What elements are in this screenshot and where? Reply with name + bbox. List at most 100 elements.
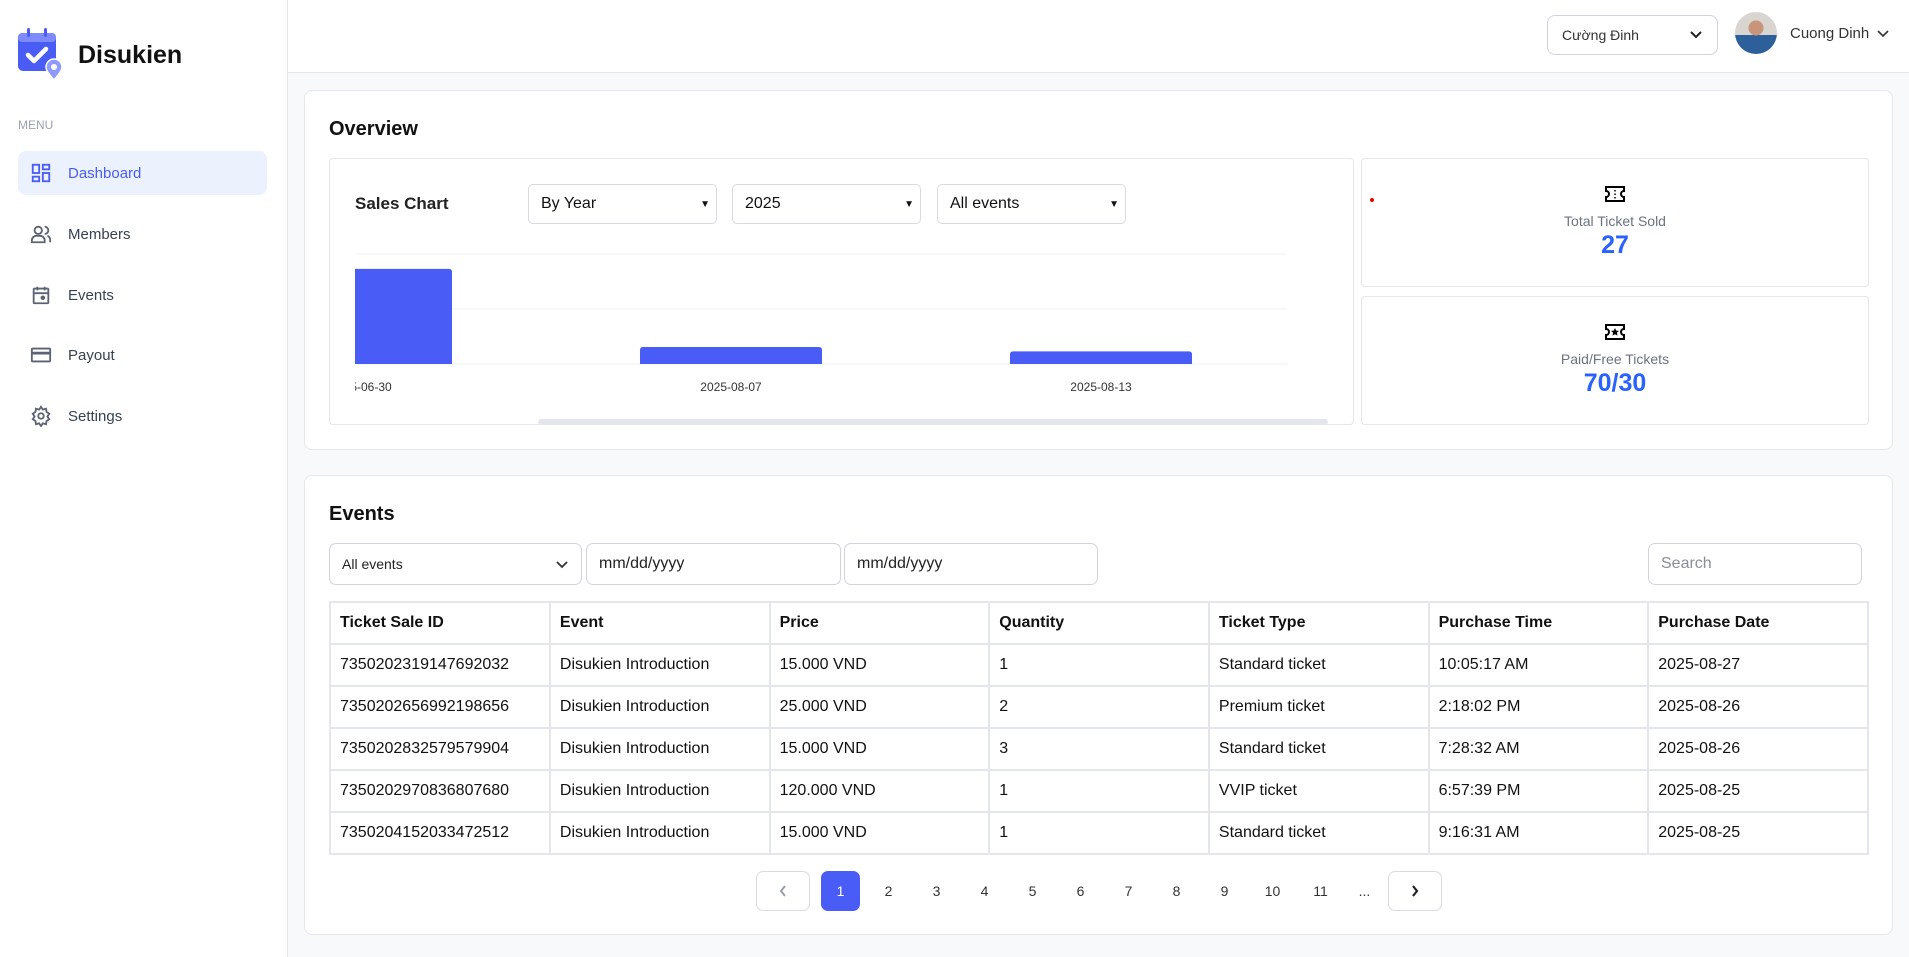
table-row[interactable]: 7350202319147692032 Disukien Introduction…: [329, 643, 1869, 687]
organization-select-value: Cường Đinh: [1562, 27, 1639, 43]
table-cell: Disukien Introduction: [548, 727, 771, 771]
menu-label: MENU: [18, 118, 54, 132]
table-cell: VVIP ticket: [1207, 769, 1430, 813]
ticket-icon: [1362, 186, 1868, 207]
table-row[interactable]: 7350202656992198656 Disukien Introduction…: [329, 685, 1869, 729]
chart-scrollbar[interactable]: [538, 419, 1328, 425]
logo[interactable]: Disukien: [18, 28, 182, 83]
table-cell: 7350202319147692032: [329, 643, 551, 687]
table-cell: Disukien Introduction: [548, 769, 771, 813]
table-cell: Standard ticket: [1207, 811, 1430, 855]
chevron-down-icon: [1877, 25, 1889, 42]
period-select-value: By Year: [541, 195, 597, 212]
year-select[interactable]: 2025 ▼: [732, 184, 921, 224]
date-from-value: mm/dd/yyyy: [599, 555, 685, 572]
date-from-input[interactable]: mm/dd/yyyy: [586, 543, 841, 585]
date-to-input[interactable]: mm/dd/yyyy: [844, 543, 1098, 585]
bar-2025-08-13[interactable]: [1010, 351, 1192, 364]
event-filter-select[interactable]: All events: [329, 543, 582, 585]
table-cell: 2025-08-26: [1647, 727, 1869, 771]
table-row[interactable]: 7350202832579579904 Disukien Introduction…: [329, 727, 1869, 771]
table-cell: 2025-08-25: [1647, 811, 1869, 855]
search-placeholder: Search: [1661, 555, 1712, 572]
chevron-down-icon: [1689, 27, 1703, 43]
page-button-10[interactable]: 10: [1253, 871, 1292, 911]
column-header: Price: [768, 601, 991, 645]
bar-2025-08-07[interactable]: [640, 346, 822, 364]
page-button-6[interactable]: 6: [1061, 871, 1100, 911]
page-button-3[interactable]: 3: [917, 871, 956, 911]
user-menu[interactable]: Cuong Dinh: [1790, 25, 1889, 42]
sidebar-item-members[interactable]: Members: [18, 212, 267, 256]
table-cell: 25.000 VND: [768, 685, 991, 729]
table-cell: 1: [988, 811, 1210, 855]
next-page-button[interactable]: [1388, 871, 1442, 911]
chevron-right-icon: [1412, 885, 1419, 897]
page-button-5[interactable]: 5: [1013, 871, 1052, 911]
members-icon: [30, 225, 52, 244]
sales-bar-chart: 2025-06-30 2025-08-07 2025-08-13: [355, 253, 1287, 394]
table-cell: 3: [988, 727, 1210, 771]
page-button-11[interactable]: 11: [1301, 871, 1340, 911]
sidebar-item-label: Payout: [68, 346, 115, 364]
table-cell: 1: [988, 643, 1210, 687]
period-select[interactable]: By Year ▼: [528, 184, 717, 224]
page-button-8[interactable]: 8: [1157, 871, 1196, 911]
sidebar-item-settings[interactable]: Settings: [18, 394, 267, 438]
table-cell: 2: [988, 685, 1210, 729]
year-select-value: 2025: [745, 195, 781, 212]
table-cell: 7:28:32 AM: [1427, 727, 1650, 771]
page-button-4[interactable]: 4: [965, 871, 1004, 911]
page-button-2[interactable]: 2: [869, 871, 908, 911]
sales-chart-title: Sales Chart: [355, 194, 449, 213]
page-button-9[interactable]: 9: [1205, 871, 1244, 911]
table-cell: 10:05:17 AM: [1427, 643, 1650, 687]
table-row[interactable]: 7350202970836807680 Disukien Introduction…: [329, 769, 1869, 813]
table-cell: 2025-08-26: [1647, 685, 1869, 729]
event-select[interactable]: All events ▼: [937, 184, 1126, 224]
sidebar-item-label: Settings: [68, 407, 123, 425]
paid-free-tickets-card: Paid/Free Tickets 70/30: [1361, 296, 1869, 425]
page-button-7[interactable]: 7: [1109, 871, 1148, 911]
user-name: Cuong Dinh: [1790, 25, 1870, 42]
table-cell: 9:16:31 AM: [1427, 811, 1650, 855]
x-tick-label: 2025-08-07: [700, 380, 762, 394]
bar-2025-06-30[interactable]: [355, 268, 452, 364]
dashboard-icon: [31, 163, 51, 183]
chevron-down-icon: [555, 556, 569, 572]
indicator-dot: [1370, 198, 1374, 202]
column-header: Quantity: [988, 601, 1210, 645]
chart-viewport: 2025-06-30 2025-08-07 2025-08-13: [355, 239, 1287, 399]
avatar[interactable]: [1735, 12, 1777, 54]
gear-icon: [31, 405, 51, 427]
table-cell: 6:57:39 PM: [1427, 769, 1650, 813]
table-cell: 1: [988, 769, 1210, 813]
table-cell: Disukien Introduction: [548, 811, 771, 855]
sidebar-item-payout[interactable]: Payout: [18, 333, 267, 377]
page-button-1[interactable]: 1: [821, 871, 860, 911]
table-cell: 120.000 VND: [768, 769, 991, 813]
column-header: Purchase Date: [1647, 601, 1869, 645]
event-select-value: All events: [950, 195, 1020, 212]
search-input[interactable]: Search: [1648, 543, 1862, 585]
event-filter-value: All events: [342, 556, 403, 572]
sidebar-item-label: Dashboard: [68, 164, 142, 182]
prev-page-button[interactable]: [756, 871, 810, 911]
column-header: Purchase Time: [1427, 601, 1650, 645]
sidebar: Disukien MENU Dashboard Members Events P…: [0, 0, 288, 957]
credit-card-icon: [30, 347, 52, 363]
organization-select[interactable]: Cường Đinh: [1547, 15, 1718, 55]
table-cell: Premium ticket: [1207, 685, 1430, 729]
overview-title: Overview: [329, 118, 418, 140]
sidebar-item-label: Events: [68, 286, 114, 304]
sidebar-item-dashboard[interactable]: Dashboard: [18, 151, 267, 195]
sidebar-item-events[interactable]: Events: [18, 273, 267, 317]
table-cell: 15.000 VND: [768, 811, 991, 855]
table-cell: 7350204152033472512: [329, 811, 551, 855]
table-cell: 2025-08-25: [1647, 769, 1869, 813]
table-cell: 2025-08-27: [1647, 643, 1869, 687]
table-cell: Standard ticket: [1207, 643, 1430, 687]
table-row[interactable]: 7350204152033472512 Disukien Introduction…: [329, 811, 1869, 855]
column-header: Ticket Sale ID: [329, 601, 551, 645]
chevron-down-icon: ▼: [700, 198, 710, 210]
